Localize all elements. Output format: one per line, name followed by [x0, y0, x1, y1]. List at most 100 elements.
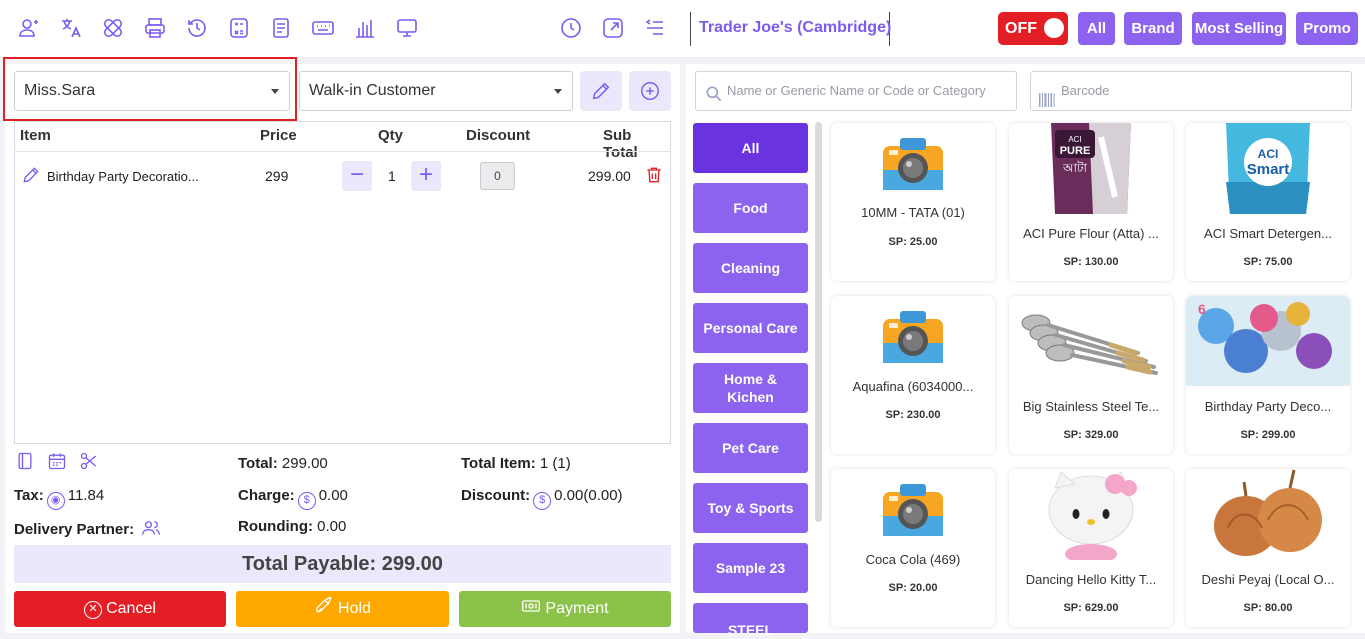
product-price: SP: 629.00 — [1063, 602, 1119, 614]
outlet-name: Trader Joe's (Cambridge) — [699, 19, 892, 36]
product-card[interactable]: ACI PURE আটা ACI Pure Flour (Atta) ... SP:… — [1009, 123, 1173, 281]
dollar-icon[interactable]: $ — [297, 492, 316, 510]
svg-text:6: 6 — [1198, 301, 1206, 317]
summary-total: Total: 299.00 — [238, 455, 328, 472]
edit-item-icon[interactable] — [21, 165, 41, 185]
product-card[interactable]: ACI Smart ACI Smart Detergen... SP: 75.00 — [1186, 123, 1350, 281]
cancel-button[interactable]: ✕ Cancel — [14, 591, 226, 627]
item-price: 299 — [265, 168, 289, 184]
barcode-icon — [1039, 84, 1055, 107]
product-name: Aquafina (6034000... — [852, 379, 974, 394]
product-price: SP: 20.00 — [888, 582, 938, 594]
category-steel[interactable]: STEEL — [693, 603, 808, 638]
product-name: Deshi Peyaj (Local O... — [1201, 572, 1335, 587]
translate-icon[interactable] — [59, 16, 83, 40]
tax-value: 11.84 — [67, 487, 105, 504]
category-sample-23[interactable]: Sample 23 — [693, 543, 808, 593]
product-card[interactable]: Deshi Peyaj (Local O... SP: 80.00 — [1186, 469, 1350, 627]
trash-icon[interactable] — [644, 165, 664, 185]
edit-customer-button[interactable] — [580, 71, 622, 111]
calculator-icon[interactable] — [227, 16, 251, 40]
product-name: Big Stainless Steel Te... — [1022, 399, 1160, 414]
item-discount-input[interactable]: 0 — [480, 162, 515, 190]
category-steel-label: STEEL — [727, 622, 774, 638]
barcode-input[interactable]: Barcode — [1030, 71, 1352, 111]
add-customer-button[interactable] — [629, 71, 671, 111]
product-card[interactable]: Dancing Hello Kitty T... SP: 629.00 — [1009, 469, 1173, 627]
detergent-bag-image: ACI Smart — [1186, 123, 1350, 214]
discount-scissors-icon[interactable] — [79, 451, 99, 471]
header-divider — [15, 151, 670, 152]
product-card[interactable]: Aquafina (6034000... SP: 230.00 — [831, 296, 995, 454]
col-price: Price — [260, 127, 297, 144]
product-name: Coca Cola (469) — [865, 552, 961, 567]
expand-icon[interactable] — [601, 16, 625, 40]
filter-all-button[interactable]: All — [1078, 12, 1115, 45]
keyboard-icon[interactable] — [311, 16, 335, 40]
users-icon[interactable] — [141, 518, 161, 536]
hold-button[interactable]: Hold — [236, 591, 449, 627]
svg-text:আটা: আটা — [1062, 161, 1088, 175]
cash-icon — [521, 594, 541, 612]
product-name: 10MM - TATA (01) — [861, 205, 965, 220]
pencil-icon — [592, 82, 610, 100]
menu-collapse-icon[interactable] — [643, 16, 667, 40]
qty-decrease-button[interactable]: − — [342, 161, 372, 191]
category-personal-care[interactable]: Personal Care — [693, 303, 808, 353]
top-toolbar: Trader Joe's (Cambridge) OFF All Brand M… — [0, 0, 1365, 58]
product-card[interactable]: 10MM - TATA (01) SP: 25.00 — [831, 123, 995, 281]
product-price: SP: 75.00 — [1243, 256, 1293, 268]
customer-select-value: Walk-in Customer — [309, 82, 436, 99]
category-all[interactable]: All — [693, 123, 808, 173]
item-subtotal: 299.00 — [588, 168, 631, 184]
status-toggle[interactable]: OFF — [998, 12, 1068, 45]
bandage-icon[interactable] — [101, 16, 125, 40]
summary-delivery: Delivery Partner: — [14, 518, 161, 538]
payment-button[interactable]: Payment — [459, 591, 671, 627]
product-card[interactable]: 6 Birthday Party Deco... SP: 299.00 — [1186, 296, 1350, 454]
product-name: Dancing Hello Kitty T... — [1025, 572, 1157, 587]
product-search-input[interactable]: Name or Generic Name or Code or Category — [695, 71, 1017, 111]
charge-value: 0.00 — [318, 487, 348, 504]
note-icon[interactable] — [15, 451, 35, 471]
category-toy-sports[interactable]: Toy & Sports — [693, 483, 808, 533]
product-price: SP: 299.00 — [1240, 429, 1296, 441]
category-cleaning[interactable]: Cleaning — [693, 243, 808, 293]
notes-icon[interactable] — [269, 16, 293, 40]
product-price: SP: 329.00 — [1063, 429, 1119, 441]
calendar-icon[interactable] — [47, 451, 67, 471]
dollar-icon[interactable]: $ — [533, 492, 552, 510]
summary-discount: Discount: $0.00(0.00) — [461, 487, 623, 510]
barcode-placeholder: Barcode — [1061, 83, 1110, 98]
item-qty[interactable]: 1 — [388, 168, 396, 184]
product-price: SP: 130.00 — [1063, 256, 1119, 268]
party-balloons-image: 6 — [1186, 296, 1350, 386]
cancel-label: Cancel — [106, 600, 156, 617]
eye-icon[interactable]: ◉ — [46, 492, 65, 510]
filter-most-selling-button[interactable]: Most Selling — [1192, 12, 1286, 45]
bar-chart-icon[interactable] — [353, 16, 377, 40]
product-card[interactable]: Coca Cola (469) SP: 20.00 — [831, 469, 995, 627]
qty-increase-button[interactable]: + — [411, 161, 441, 191]
outlet-selector[interactable]: Trader Joe's (Cambridge) — [690, 12, 892, 46]
user-icon[interactable] — [17, 16, 41, 40]
history-icon[interactable] — [185, 16, 209, 40]
filter-promo-button[interactable]: Promo — [1296, 12, 1358, 45]
monitor-icon[interactable] — [395, 16, 419, 40]
category-scrollbar[interactable] — [815, 122, 822, 522]
flour-bag-image: ACI PURE আটা — [1009, 123, 1173, 214]
rocket-icon — [314, 594, 334, 613]
filter-brand-button[interactable]: Brand — [1124, 12, 1182, 45]
category-home-kichen[interactable]: Home & Kichen — [693, 363, 808, 413]
product-card[interactable]: Big Stainless Steel Te... SP: 329.00 — [1009, 296, 1173, 454]
summary-total-item: Total Item: 1 (1) — [461, 455, 571, 472]
product-price: SP: 230.00 — [885, 409, 941, 421]
clock-icon[interactable] — [559, 16, 583, 40]
total-value: 299.00 — [281, 455, 328, 472]
customer-select[interactable]: Walk-in Customer — [299, 71, 573, 111]
summary-tax: Tax: ◉ 11.84 — [14, 487, 104, 510]
printer-icon[interactable] — [143, 16, 167, 40]
category-food[interactable]: Food — [693, 183, 808, 233]
product-price: SP: 25.00 — [888, 236, 938, 248]
category-pet-care[interactable]: Pet Care — [693, 423, 808, 473]
